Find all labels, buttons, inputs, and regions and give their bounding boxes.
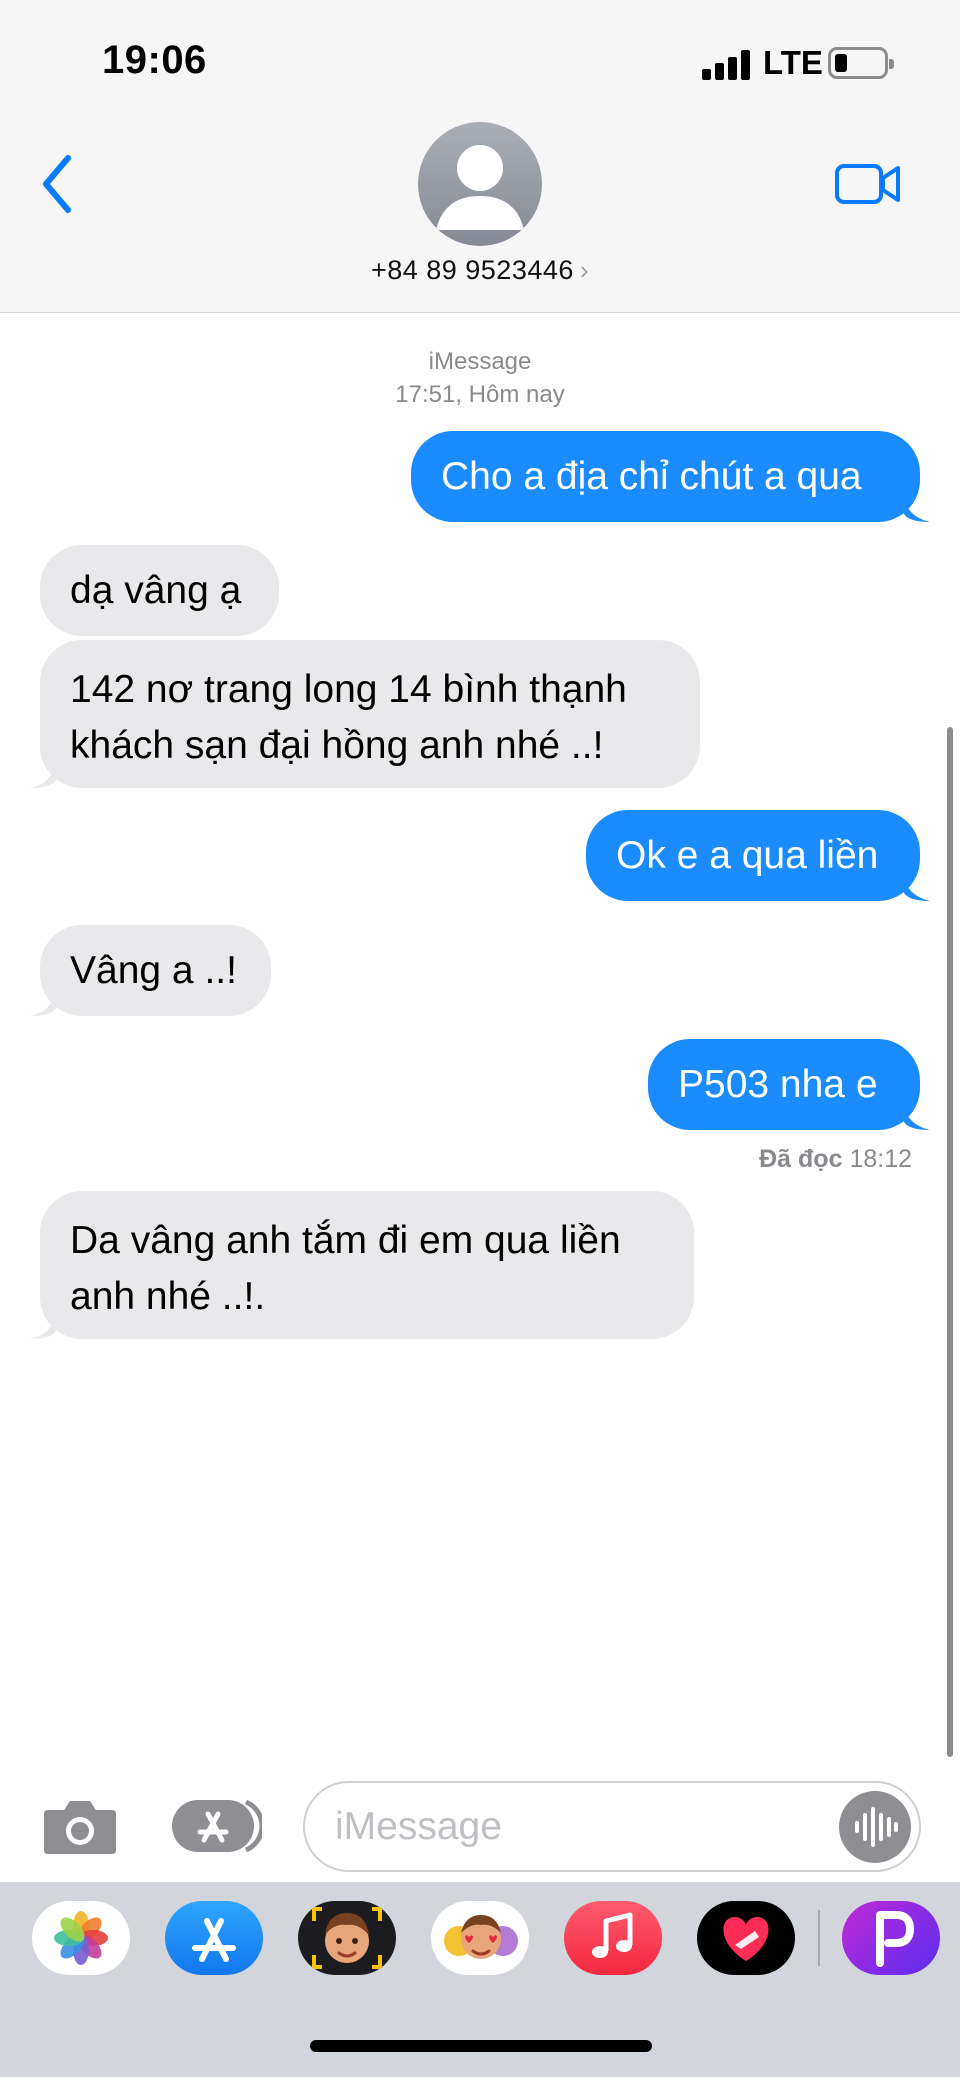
contact-number: +84 89 9523446: [370, 255, 574, 285]
picsart-app-button[interactable]: [842, 1901, 940, 1975]
signal-strength-icon: [702, 50, 752, 80]
contact-avatar[interactable]: [418, 122, 542, 246]
contact-name-button[interactable]: +84 89 9523446 ›: [0, 255, 960, 286]
status-time: 19:06: [102, 38, 207, 82]
drawer-divider: [818, 1910, 820, 1966]
message-text: Vâng a ..!: [70, 948, 237, 992]
message-text: P503 nha e: [678, 1062, 878, 1106]
video-camera-icon: [835, 164, 900, 204]
chevron-left-icon: [43, 155, 71, 213]
conversation-meta: iMessage 17:51, Hôm nay: [0, 345, 960, 411]
message-input[interactable]: iMessage: [303, 1781, 921, 1872]
digital-touch-app-button[interactable]: [697, 1901, 795, 1975]
app-store-icon: [192, 1918, 236, 1962]
read-receipt-time: 18:12: [849, 1145, 912, 1173]
read-receipt: Đã đọc 18:12: [759, 1145, 912, 1174]
photos-app-button[interactable]: [32, 1901, 130, 1975]
back-button[interactable]: [36, 152, 80, 216]
message-text: dạ vâng ạ: [70, 568, 242, 612]
photos-icon: [54, 1911, 108, 1965]
app-store-app-button[interactable]: [165, 1901, 263, 1975]
memoji-stickers-app-button[interactable]: [431, 1901, 529, 1975]
scrollbar[interactable]: [947, 727, 953, 1757]
network-type: LTE: [763, 44, 823, 81]
battery-icon: [828, 47, 894, 79]
conversation-header: 19:06 LTE +84 89 9523446 ›: [0, 0, 960, 313]
message-text-line: Da vâng anh tắm đi em qua liền: [70, 1219, 621, 1262]
person-icon: [436, 145, 524, 230]
camera-icon: [44, 1801, 116, 1854]
message-bubble-outgoing[interactable]: Cho a địa chỉ chút a qua: [411, 431, 930, 522]
chevron-right-icon: ›: [579, 255, 590, 285]
apps-button[interactable]: [170, 1796, 265, 1856]
app-store-icon: [172, 1799, 265, 1853]
picsart-icon: [876, 1911, 914, 1967]
camera-button[interactable]: [42, 1796, 118, 1856]
message-text: Ok e a qua liền: [616, 833, 879, 877]
message-bubble-outgoing[interactable]: P503 nha e: [648, 1039, 930, 1130]
service-label: iMessage: [428, 348, 532, 375]
conversation-timestamp: 17:51, Hôm nay: [395, 381, 565, 408]
message-bubble-incoming[interactable]: dạ vâng ạ: [40, 545, 279, 636]
message-bubble-incoming[interactable]: 142 nơ trang long 14 bình thạnh khách sạ…: [30, 640, 700, 788]
home-indicator[interactable]: [310, 2040, 652, 2052]
message-bubble-incoming[interactable]: Vâng a ..!: [30, 925, 271, 1016]
message-text-line: khách sạn đại hồng anh nhé ..!: [70, 724, 604, 767]
memoji-icon: [312, 1907, 382, 1969]
waveform-icon: [855, 1807, 898, 1847]
message-bubble-incoming[interactable]: Da vâng anh tắm đi em qua liền anh nhé .…: [30, 1191, 694, 1339]
heart-icon: [723, 1917, 769, 1961]
facetime-video-button[interactable]: [834, 160, 902, 208]
memoji-stickers-icon: [444, 1915, 518, 1959]
message-bubble-outgoing[interactable]: Ok e a qua liền: [586, 810, 930, 901]
message-text-line: anh nhé ..!.: [70, 1275, 266, 1318]
message-text: Cho a địa chỉ chút a qua: [441, 454, 862, 498]
memoji-app-button[interactable]: [298, 1901, 396, 1975]
message-text-line: 142 nơ trang long 14 bình thạnh: [70, 668, 627, 711]
audio-message-button[interactable]: [839, 1791, 911, 1863]
message-input-placeholder: iMessage: [335, 1805, 502, 1848]
music-note-icon: [592, 1912, 633, 1958]
read-receipt-label: Đã đọc: [759, 1145, 843, 1173]
music-app-button[interactable]: [564, 1901, 662, 1975]
